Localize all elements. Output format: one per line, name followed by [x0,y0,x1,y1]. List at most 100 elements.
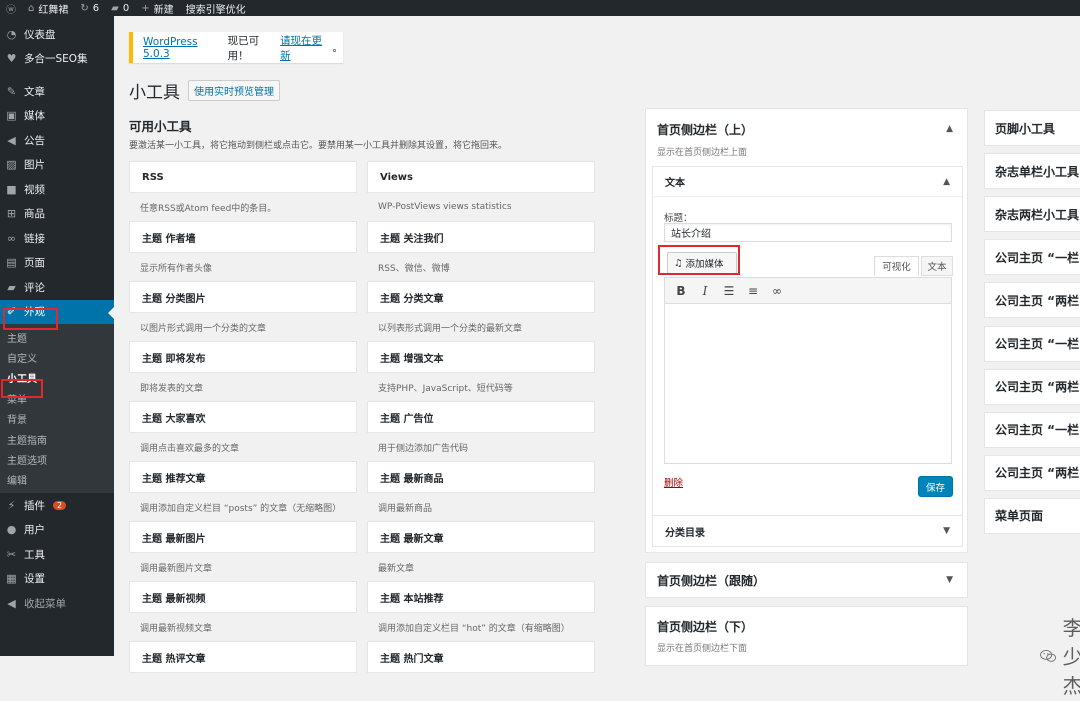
widget-area-item[interactable]: 杂志两栏小工具 [984,196,1080,233]
highlight-add-media [658,245,740,275]
plugins-update-badge: 2 [53,500,67,510]
sidebar-area-follow[interactable]: 首页侧边栏（跟随） ▼ [645,562,968,598]
expand-arrow-icon[interactable]: ▼ [946,575,953,585]
widget-description [129,673,357,701]
widget-title-bar[interactable]: 主题 大家喜欢 [129,401,357,433]
title-label: 标题： [664,213,693,224]
numbered-list-icon[interactable]: ≡ [747,284,759,298]
widget-title-bar[interactable]: 主题 最新图片 [129,521,357,553]
widget-item: 主题 最新视频 调用最新视频文章 [129,581,357,641]
widget-area-item[interactable]: 公司主页 “一栏 [984,325,1080,362]
video-icon: ■ [6,182,17,196]
version-link[interactable]: WordPress 5.0.3 [143,36,228,60]
text-widget-header[interactable]: 文本 ▲ [653,167,962,197]
menu-users[interactable]: ● 用户 [0,518,114,543]
widget-title-bar[interactable]: 主题 增强文本 [367,341,595,373]
expand-arrow-icon[interactable]: ▼ [943,526,950,536]
menu-plugins[interactable]: ⚡ 插件 2 [0,493,114,518]
editor-body[interactable] [664,304,952,464]
submenu-themes[interactable]: 主题 [0,327,114,347]
delete-link[interactable]: 删除 [664,475,683,489]
widget-title-bar[interactable]: 主题 推荐文章 [129,461,357,493]
menu-comments[interactable]: ▰ 评论 [0,275,114,300]
menu-links[interactable]: ∞ 链接 [0,226,114,251]
menu-collapse[interactable]: ◀ 收起菜单 [0,591,114,616]
widget-item: 主题 作者墙显示所有作者头像 [129,221,357,281]
widget-title-bar[interactable]: 主题 关注我们 [367,221,595,253]
widget-area-item[interactable]: 杂志单栏小工具 [984,153,1080,190]
submenu-editor[interactable]: 编辑 [0,470,114,490]
wordpress-logo-icon[interactable]: ⓦ [6,1,16,16]
widget-title-bar[interactable]: 主题 最新文章 [367,521,595,553]
link-icon: ∞ [6,231,17,245]
menu-images[interactable]: ▨ 图片 [0,153,114,178]
widget-title-bar[interactable]: 主题 本站推荐 [367,581,595,613]
widget-title-bar[interactable]: 主题 最新视频 [129,581,357,613]
menu-seo[interactable]: ♥ 多合一SEO集 [0,47,114,72]
widget-title-bar[interactable]: 主题 热评文章 [129,641,357,673]
title-input[interactable]: 站长介绍 [664,223,952,242]
tab-visual[interactable]: 可视化 [874,256,919,276]
bullet-list-icon[interactable]: ☰ [723,284,735,298]
widget-description [367,673,595,701]
widget-area-item[interactable]: 公司主页 “两栏 [984,282,1080,319]
settings-icon: ▦ [6,572,17,586]
admin-bar-comments[interactable]: ▰ 0 [111,3,129,14]
widget-title-bar[interactable]: 主题 热门文章 [367,641,595,673]
menu-video[interactable]: ■ 视频 [0,177,114,202]
menu-notice[interactable]: ◀ 公告 [0,128,114,153]
refresh-icon: ↻ [80,2,89,14]
submenu-customize[interactable]: 自定义 [0,347,114,367]
widget-area-item[interactable]: 公司主页 “一栏 [984,239,1080,276]
update-now-link[interactable]: 请现在更新 [280,33,332,63]
dashboard-icon: ◔ [6,27,17,41]
widget-title-bar[interactable]: 主题 广告位 [367,401,595,433]
submenu-background[interactable]: 背景 [0,409,114,429]
collapse-arrow-icon[interactable]: ▲ [943,177,950,187]
tab-text[interactable]: 文本 [921,256,953,276]
collapse-arrow-icon[interactable]: ▲ [946,124,953,134]
widget-item: 主题 最新商品 调用最新商品 [367,461,595,521]
widget-title-bar[interactable]: 主题 即将发布 [129,341,357,373]
wrench-icon: ✂ [6,547,17,561]
widget-item: 主题 推荐文章 调用添加自定义栏目 “posts” 的文章（无缩略图） [129,461,357,521]
widget-description: 调用最新图片文章 [140,563,213,574]
menu-posts[interactable]: ✎ 文章 [0,79,114,104]
link-icon[interactable]: ∞ [771,284,783,298]
sidebar-area-top-desc: 显示在首页侧边栏上面 [657,148,748,158]
widget-area-item[interactable]: 公司主页 “两栏 [984,454,1080,491]
widget-area-item[interactable]: 公司主页 “一栏 [984,411,1080,448]
menu-tools[interactable]: ✂ 工具 [0,542,114,567]
widget-title-bar[interactable]: 主题 最新商品 [367,461,595,493]
widget-title-bar[interactable]: 主题 分类文章 [367,281,595,313]
italic-icon[interactable]: I [699,284,711,298]
category-widget[interactable]: 分类目录 ▼ [652,515,963,547]
widget-description: 显示所有作者头像 [140,263,213,274]
save-button[interactable]: 保存 [918,476,953,497]
admin-bar-site[interactable]: ⌂ 红舞裙 [28,1,68,16]
widget-area-item[interactable]: 页脚小工具 [984,110,1080,146]
menu-media[interactable]: ▣ 媒体 [0,104,114,129]
admin-bar-new[interactable]: + 新建 [141,1,173,16]
widget-title-bar[interactable]: 主题 分类图片 [129,281,357,313]
bold-icon[interactable]: B [675,284,687,298]
widget-title-bar[interactable]: RSS [129,161,357,193]
sidebar-area-top-header[interactable]: 首页侧边栏（上） ▲ [646,109,967,145]
user-icon: ● [6,523,17,537]
widget-area-item[interactable]: 菜单页面 [984,497,1080,534]
widget-description: 用于侧边添加广告代码 [378,443,469,454]
admin-bar-seo[interactable]: 搜索引擎优化 [186,1,246,16]
sidebar-area-bottom[interactable]: 首页侧边栏（下） 显示在首页侧边栏下面 [645,606,968,666]
widget-area-item[interactable]: 公司主页 “两栏 [984,368,1080,405]
widget-title-bar[interactable]: 主题 作者墙 [129,221,357,253]
submenu-theme-guide[interactable]: 主题指南 [0,429,114,449]
admin-bar-updates[interactable]: ↻ 6 [80,3,99,14]
live-preview-button[interactable]: 使用实时预览管理 [188,80,280,101]
submenu-theme-options[interactable]: 主题选项 [0,449,114,469]
widget-item: 主题 大家喜欢 调用点击喜欢最多的文章 [129,401,357,461]
menu-pages[interactable]: ▤ 页面 [0,251,114,276]
menu-dashboard[interactable]: ◔ 仪表盘 [0,22,114,47]
widget-title-bar[interactable]: Views [367,161,595,193]
menu-settings[interactable]: ▦ 设置 [0,567,114,592]
menu-products[interactable]: ⊞ 商品 [0,202,114,227]
